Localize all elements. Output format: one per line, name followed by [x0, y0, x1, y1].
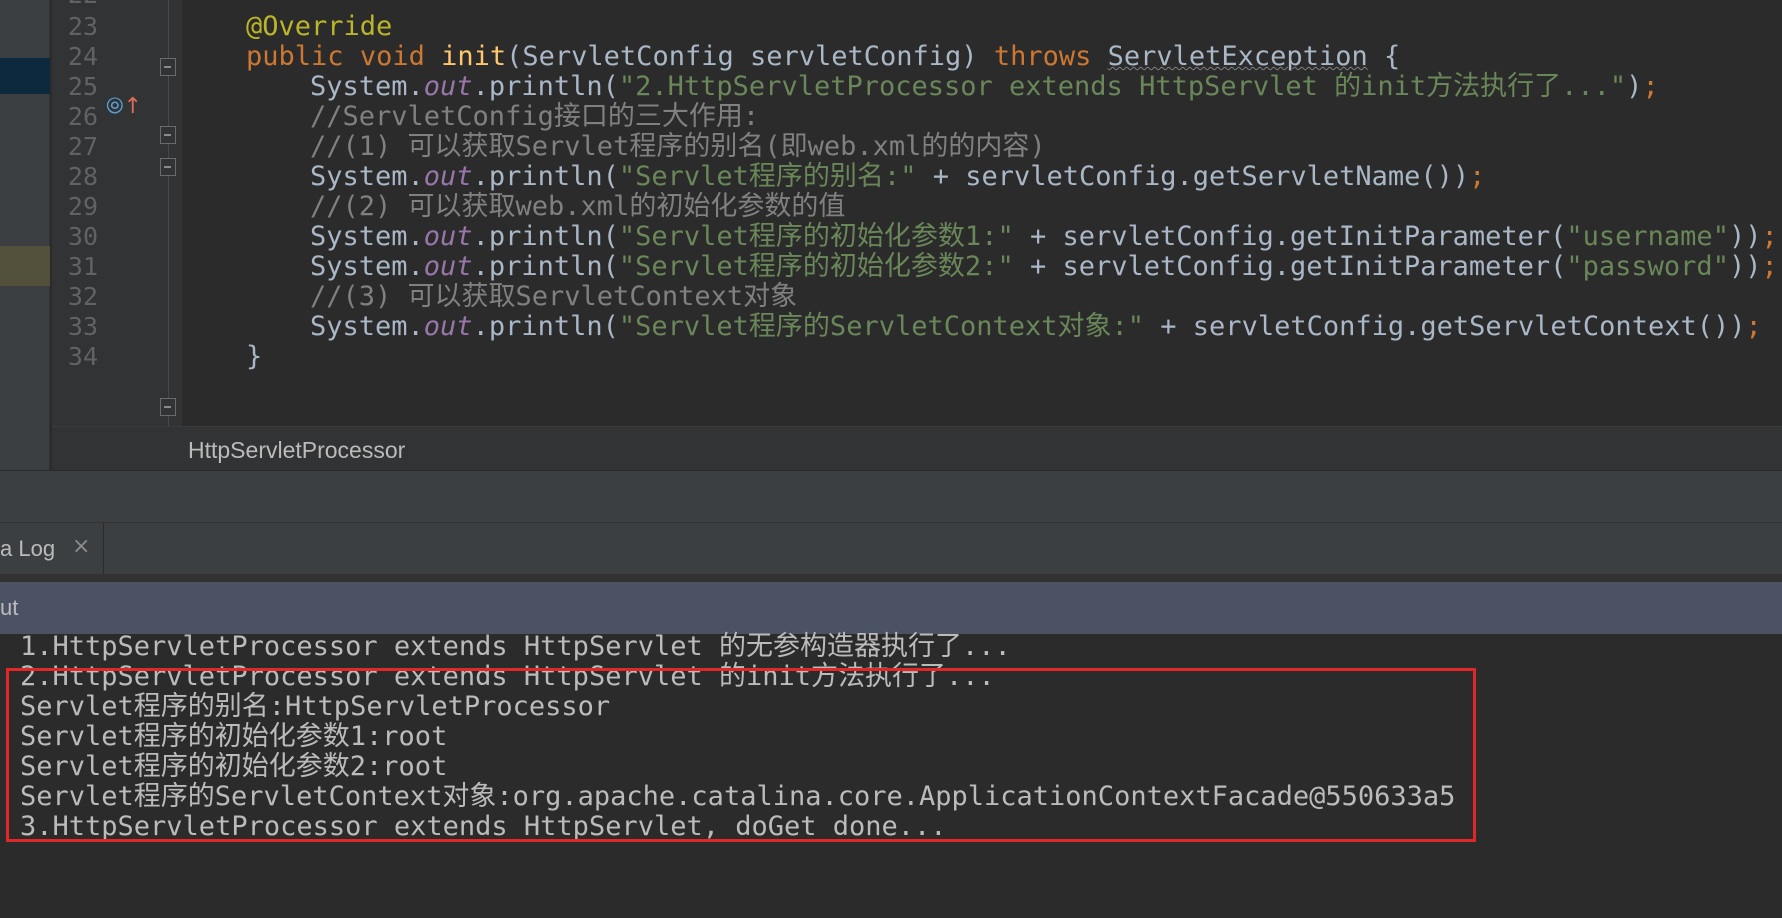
- method-call-token: .println(: [472, 251, 619, 282]
- code-line: 25 System.out.println("2.HttpServletProc…: [0, 70, 1782, 104]
- method-call-token: .println(: [472, 71, 619, 102]
- console-line: 1.HttpServletProcessor extends HttpServl…: [20, 631, 1011, 662]
- divider: [0, 574, 1782, 582]
- static-field-token: out: [423, 251, 473, 282]
- annotation-token: @Override: [246, 11, 393, 42]
- class-token: System.: [310, 221, 424, 252]
- class-token: System.: [310, 71, 424, 102]
- semicolon-token: ;: [1761, 251, 1778, 282]
- params-token: (ServletConfig servletConfig): [506, 41, 994, 72]
- expression-token: + servletConfig.getServletName()): [916, 161, 1470, 192]
- close-icon[interactable]: ×: [72, 534, 90, 559]
- expression-token: + servletConfig.getServletContext()): [1144, 311, 1746, 342]
- comment-token: //(1) 可以获取Servlet程序的别名(即web.xml的的内容): [310, 131, 1046, 162]
- code-line: 34 }: [0, 340, 1782, 374]
- code-line: 32 //(3) 可以获取ServletContext对象: [0, 280, 1782, 314]
- code-text: System.out.println("2.HttpServletProcess…: [190, 70, 1659, 104]
- code-text: System.out.println("Servlet程序的初始化参数2:" +…: [190, 250, 1778, 284]
- line-number: 30: [67, 222, 98, 251]
- class-token: System.: [310, 251, 424, 282]
- exception-type-token: ServletException: [1107, 41, 1368, 72]
- code-text: System.out.println("Servlet程序的ServletCon…: [190, 310, 1762, 344]
- code-line: 23 @Override: [0, 10, 1782, 44]
- console-header: ut: [0, 582, 1782, 634]
- brace-token: {: [1367, 41, 1401, 72]
- line-number: 31: [67, 252, 98, 281]
- fold-end-icon[interactable]: [160, 398, 176, 416]
- code-editor[interactable]: 22 23 @Override 24 ⦾↑ public void init(S…: [0, 0, 1782, 470]
- keyword-token: throws: [993, 41, 1092, 72]
- semicolon-token: ;: [1745, 311, 1762, 342]
- expression-token: + servletConfig.getInitParameter(: [1013, 221, 1567, 252]
- keyword-token: void: [359, 41, 425, 72]
- static-field-token: out: [423, 161, 473, 192]
- method-call-token: .println(: [472, 161, 619, 192]
- string-token: "password": [1566, 251, 1729, 282]
- method-call-token: .println(: [472, 311, 619, 342]
- comment-token: //ServletConfig接口的三大作用:: [310, 101, 760, 132]
- fold-collapse-icon[interactable]: [160, 126, 176, 144]
- code-line: 24 ⦾↑ public void init(ServletConfig ser…: [0, 40, 1782, 119]
- fold-collapse-icon[interactable]: [160, 58, 176, 76]
- code-text: System.out.println("Servlet程序的别名:" + ser…: [190, 160, 1485, 194]
- semicolon-token: ;: [1642, 71, 1659, 102]
- code-text: System.out.println("Servlet程序的初始化参数1:" +…: [190, 220, 1778, 254]
- paren-token: ): [1626, 71, 1643, 102]
- code-line: 31 System.out.println("Servlet程序的初始化参数2:…: [0, 250, 1782, 284]
- line-number: 26: [67, 102, 98, 131]
- console-header-label[interactable]: ut: [0, 595, 18, 621]
- string-token: "2.HttpServletProcessor extends HttpServ…: [618, 71, 1627, 102]
- line-number: 33: [67, 312, 98, 341]
- class-token: System.: [310, 161, 424, 192]
- code-text: public void init(ServletConfig servletCo…: [190, 40, 1400, 74]
- code-text: @Override: [190, 10, 392, 44]
- string-token: "Servlet程序的初始化参数1:": [618, 221, 1014, 252]
- code-line: 33 System.out.println("Servlet程序的Servlet…: [0, 310, 1782, 344]
- expression-token: + servletConfig.getInitParameter(: [1013, 251, 1567, 282]
- method-call-token: .println(: [472, 221, 619, 252]
- line-number: 28: [67, 162, 98, 191]
- static-field-token: out: [423, 71, 473, 102]
- line-number: 23: [67, 12, 98, 41]
- line-number: 24: [67, 42, 98, 71]
- comment-token: //(3) 可以获取ServletContext对象: [310, 281, 798, 312]
- code-line: 27 //(1) 可以获取Servlet程序的别名(即web.xml的的内容): [0, 130, 1782, 164]
- breadcrumb: HttpServletProcessor: [52, 426, 1782, 470]
- class-token: System.: [310, 311, 424, 342]
- line-number: 32: [67, 282, 98, 311]
- keyword-token: public: [246, 41, 344, 72]
- static-field-token: out: [423, 311, 473, 342]
- string-token: "username": [1566, 221, 1729, 252]
- tool-window-tab-bar: a Log ×: [0, 522, 1782, 575]
- line-number: 27: [67, 132, 98, 161]
- code-line: 28 System.out.println("Servlet程序的别名:" + …: [0, 160, 1782, 194]
- highlight-annotation-box: [6, 668, 1476, 842]
- string-token: "Servlet程序的初始化参数2:": [618, 251, 1014, 282]
- line-number: 25: [67, 72, 98, 101]
- fold-end-icon[interactable]: [160, 158, 176, 176]
- string-token: "Servlet程序的别名:": [618, 161, 917, 192]
- tab-log-label: a Log: [0, 536, 56, 561]
- console-output[interactable]: 1.HttpServletProcessor extends HttpServl…: [0, 631, 1782, 918]
- code-line: 26 //ServletConfig接口的三大作用:: [0, 100, 1782, 134]
- code-line: 29 //(2) 可以获取web.xml的初始化参数的值: [0, 190, 1782, 224]
- splitter-bar[interactable]: [0, 470, 1782, 522]
- brace-token: }: [246, 341, 263, 372]
- line-number: 34: [67, 342, 98, 371]
- paren-token: )): [1728, 221, 1762, 252]
- paren-token: )): [1728, 251, 1762, 282]
- semicolon-token: ;: [1761, 221, 1778, 252]
- tab-log[interactable]: a Log ×: [0, 523, 104, 575]
- method-name-token: init: [441, 41, 507, 72]
- line-number: 29: [67, 192, 98, 221]
- breadcrumb-class-name[interactable]: HttpServletProcessor: [188, 437, 405, 464]
- string-token: "Servlet程序的ServletContext对象:": [618, 311, 1145, 342]
- comment-token: //(2) 可以获取web.xml的初始化参数的值: [310, 191, 846, 222]
- static-field-token: out: [423, 221, 473, 252]
- semicolon-token: ;: [1469, 161, 1486, 192]
- code-line: 30 System.out.println("Servlet程序的初始化参数1:…: [0, 220, 1782, 254]
